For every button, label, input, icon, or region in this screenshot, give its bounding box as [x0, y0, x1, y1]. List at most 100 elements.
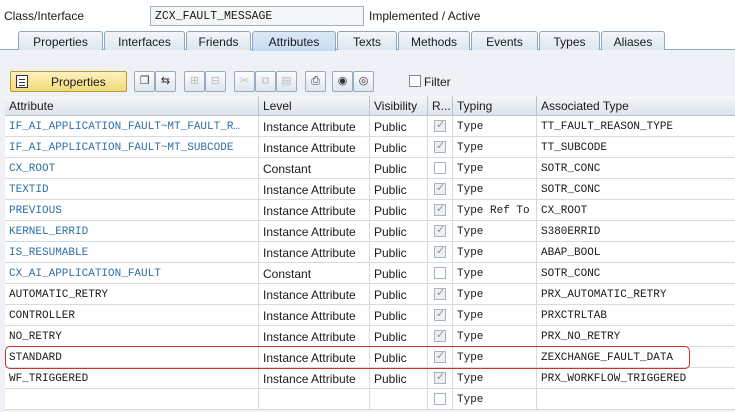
cell-assoc[interactable]: SOTR_CONC: [537, 179, 735, 200]
readonly-checkbox[interactable]: [434, 349, 446, 363]
cell-readonly[interactable]: [428, 200, 453, 221]
table-row[interactable]: KERNEL_ERRIDInstance AttributePublic Type…: [5, 221, 735, 242]
col-level[interactable]: Level: [259, 96, 370, 116]
copy-doc-icon[interactable]: ⧉: [255, 71, 276, 92]
cell-attribute[interactable]: [5, 389, 259, 410]
table-row[interactable]: CX_AI_APPLICATION_FAULT Constant Public Typ…: [5, 263, 735, 284]
cell-attribute[interactable]: PREVIOUS: [5, 200, 259, 221]
cell-attribute[interactable]: TEXTID: [5, 179, 259, 200]
cell-attribute[interactable]: IS_RESUMABLE: [5, 242, 259, 263]
cell-readonly[interactable]: [428, 158, 453, 179]
table-row[interactable]: TEXTIDInstance AttributePublic TypeSOTR_C…: [5, 179, 735, 200]
cell-typing[interactable]: Type: [453, 326, 537, 347]
cell-typing[interactable]: Type: [453, 284, 537, 305]
tab-texts[interactable]: Texts: [337, 31, 397, 50]
cell-level[interactable]: Constant: [259, 158, 370, 179]
cell-assoc[interactable]: SOTR_CONC: [537, 263, 735, 284]
cell-visibility[interactable]: Public: [370, 200, 428, 221]
cell-visibility[interactable]: Public: [370, 263, 428, 284]
cell-typing[interactable]: Type: [453, 389, 537, 410]
cell-attribute[interactable]: NO_RETRY: [5, 326, 259, 347]
table-row[interactable]: Type: [5, 389, 735, 410]
cell-readonly[interactable]: [428, 305, 453, 326]
col-associated-type[interactable]: Associated Type: [537, 96, 735, 116]
readonly-checkbox[interactable]: [434, 267, 446, 279]
tab-methods[interactable]: Methods: [398, 31, 470, 50]
cell-assoc[interactable]: [537, 389, 735, 410]
cell-attribute[interactable]: WF_TRIGGERED: [5, 368, 259, 389]
tab-interfaces[interactable]: Interfaces: [104, 31, 185, 50]
cell-assoc[interactable]: PRX_AUTOMATIC_RETRY: [537, 284, 735, 305]
cell-assoc[interactable]: ABAP_BOOL: [537, 242, 735, 263]
cell-readonly[interactable]: [428, 263, 453, 284]
cell-readonly[interactable]: [428, 347, 453, 368]
cell-typing[interactable]: Type: [453, 137, 537, 158]
cell-assoc[interactable]: CX_ROOT: [537, 200, 735, 221]
cell-level[interactable]: Instance Attribute: [259, 305, 370, 326]
table-row[interactable]: IS_RESUMABLEInstance AttributePublic Type…: [5, 242, 735, 263]
readonly-checkbox[interactable]: [434, 370, 446, 384]
cell-readonly[interactable]: [428, 179, 453, 200]
table-row[interactable]: CX_ROOT Constant Public Type SOTR_CONC: [5, 158, 735, 179]
copy-icon[interactable]: ❐: [134, 71, 155, 92]
cell-readonly[interactable]: [428, 326, 453, 347]
cell-level[interactable]: Instance Attribute: [259, 326, 370, 347]
cell-assoc[interactable]: S380ERRID: [537, 221, 735, 242]
table-row[interactable]: IF_AI_APPLICATION_FAULT~MT_FAULT_R… Insta…: [5, 116, 735, 137]
properties-button[interactable]: Properties: [10, 71, 127, 92]
cell-level[interactable]: Instance Attribute: [259, 242, 370, 263]
table-row[interactable]: NO_RETRYInstance AttributePublic TypePRX_…: [5, 326, 735, 347]
table-row[interactable]: IF_AI_APPLICATION_FAULT~MT_SUBCODE Instan…: [5, 137, 735, 158]
cell-readonly[interactable]: [428, 284, 453, 305]
class-name-field[interactable]: ZCX_FAULT_MESSAGE: [150, 6, 364, 26]
readonly-checkbox[interactable]: [434, 307, 446, 321]
cell-visibility[interactable]: Public: [370, 158, 428, 179]
cell-assoc[interactable]: ZEXCHANGE_FAULT_DATA: [537, 347, 735, 368]
hierarchy-icon[interactable]: ⇆: [155, 71, 176, 92]
readonly-checkbox[interactable]: [434, 286, 446, 300]
cell-readonly[interactable]: [428, 116, 453, 137]
col-attribute[interactable]: Attribute: [5, 96, 259, 116]
cell-assoc[interactable]: PRX_WORKFLOW_TRIGGERED: [537, 368, 735, 389]
cell-level[interactable]: Instance Attribute: [259, 116, 370, 137]
cell-typing[interactable]: Type: [453, 221, 537, 242]
paste-icon[interactable]: ▤: [276, 71, 297, 92]
cell-attribute[interactable]: CONTROLLER: [5, 305, 259, 326]
cell-visibility[interactable]: [370, 389, 428, 410]
cell-typing[interactable]: Type: [453, 158, 537, 179]
cell-attribute[interactable]: IF_AI_APPLICATION_FAULT~MT_FAULT_R…: [5, 116, 259, 137]
cell-typing[interactable]: Type: [453, 179, 537, 200]
cell-readonly[interactable]: [428, 368, 453, 389]
cell-visibility[interactable]: Public: [370, 242, 428, 263]
filter-checkbox[interactable]: [409, 75, 421, 87]
readonly-checkbox[interactable]: [434, 139, 446, 153]
cell-readonly[interactable]: [428, 389, 453, 410]
cell-level[interactable]: Instance Attribute: [259, 179, 370, 200]
table-row[interactable]: CONTROLLERInstance AttributePublic TypePR…: [5, 305, 735, 326]
cell-typing[interactable]: Type: [453, 368, 537, 389]
tab-properties[interactable]: Properties: [18, 31, 103, 50]
cell-typing[interactable]: Type: [453, 242, 537, 263]
readonly-checkbox[interactable]: [434, 244, 446, 258]
cell-attribute[interactable]: IF_AI_APPLICATION_FAULT~MT_SUBCODE: [5, 137, 259, 158]
cell-assoc[interactable]: TT_FAULT_REASON_TYPE: [537, 116, 735, 137]
cut-icon[interactable]: ✂: [234, 71, 255, 92]
table-row[interactable]: WF_TRIGGEREDInstance AttributePublic Type…: [5, 368, 735, 389]
cell-visibility[interactable]: Public: [370, 116, 428, 137]
cell-typing[interactable]: Type: [453, 347, 537, 368]
cell-visibility[interactable]: Public: [370, 284, 428, 305]
cell-visibility[interactable]: Public: [370, 326, 428, 347]
delete-row-icon[interactable]: ⊟: [205, 71, 226, 92]
cell-visibility[interactable]: Public: [370, 137, 428, 158]
cell-assoc[interactable]: PRXCTRLTAB: [537, 305, 735, 326]
table-row[interactable]: AUTOMATIC_RETRYInstance AttributePublic T…: [5, 284, 735, 305]
cell-level[interactable]: Constant: [259, 263, 370, 284]
tab-types[interactable]: Types: [539, 31, 600, 50]
readonly-checkbox[interactable]: [434, 181, 446, 195]
cell-level[interactable]: Instance Attribute: [259, 347, 370, 368]
cell-level[interactable]: [259, 389, 370, 410]
readonly-checkbox[interactable]: [434, 223, 446, 237]
cell-readonly[interactable]: [428, 137, 453, 158]
col-readonly[interactable]: R...: [428, 96, 453, 116]
insert-row-icon[interactable]: ⊞: [184, 71, 205, 92]
